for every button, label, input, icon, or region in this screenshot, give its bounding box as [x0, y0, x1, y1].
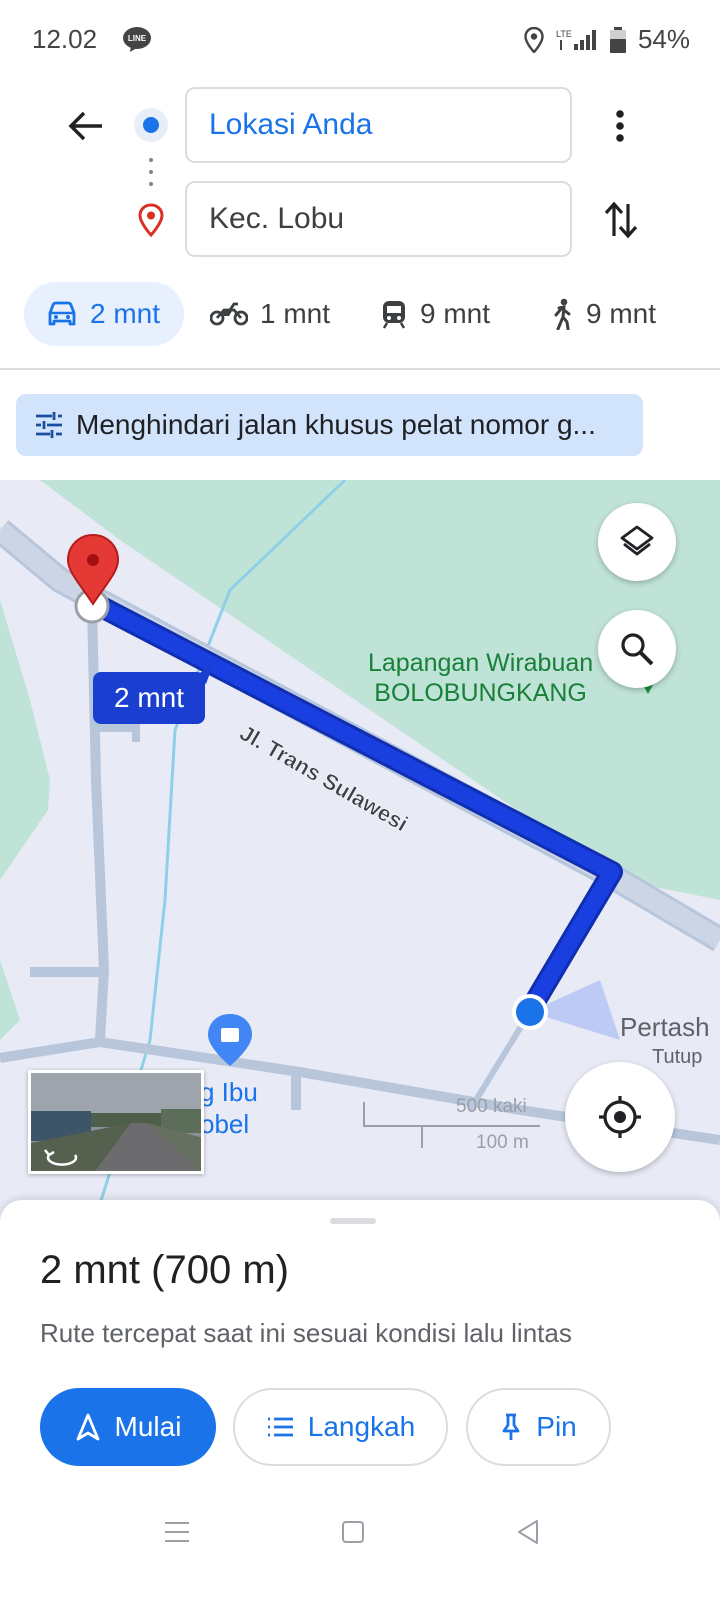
mode-tab-transit[interactable]: 9 mnt	[380, 282, 490, 346]
route-subtitle: Rute tercepat saat ini sesuai kondisi la…	[40, 1318, 572, 1348]
navigation-arrow-icon	[76, 1413, 99, 1441]
list-icon	[267, 1417, 293, 1437]
scale-meters: 100 m	[476, 1132, 529, 1153]
battery-icon	[609, 26, 626, 53]
origin-dot-icon	[134, 108, 168, 142]
swap-button[interactable]	[598, 195, 644, 245]
route-dots	[149, 158, 153, 186]
walk-icon	[554, 298, 571, 330]
mode-tab-motorcycle[interactable]: 1 mnt	[210, 282, 330, 346]
start-button[interactable]: Mulai	[40, 1388, 216, 1466]
train-icon	[382, 301, 406, 329]
shop-name-line2: obel	[200, 1109, 250, 1139]
sheet-drag-handle[interactable]	[330, 1218, 376, 1224]
place-right-label[interactable]: Pertash	[620, 1012, 710, 1043]
mode-time: 1 mnt	[260, 298, 331, 329]
steps-label: Langkah	[307, 1411, 416, 1442]
pin-label: Pin	[536, 1411, 577, 1442]
shop-name-line1: g Ibu	[200, 1077, 258, 1107]
search-icon	[621, 633, 654, 666]
origin-field[interactable]: Lokasi Anda	[185, 87, 572, 163]
system-nav-bar	[0, 1490, 720, 1600]
status-bar: 12.02 LINE LTE 54%	[0, 0, 720, 80]
motorcycle-icon	[210, 302, 248, 326]
map[interactable]: Lapangan Wirabuan BOLOBUNGKANG Jl. Trans…	[0, 480, 720, 1220]
status-time: 12.02	[32, 24, 98, 54]
status-icons: LTE 54%	[524, 24, 690, 55]
divider	[0, 368, 720, 370]
mode-time: 2 mnt	[90, 298, 161, 329]
shop-label[interactable]: g Ibu obel	[200, 1076, 258, 1140]
pin-button[interactable]: Pin	[466, 1388, 611, 1466]
mode-tab-car[interactable]: 2 mnt	[24, 282, 184, 346]
svg-text:LTE: LTE	[556, 29, 572, 39]
more-vert-icon	[616, 110, 624, 142]
map-place-label[interactable]: Lapangan Wirabuan BOLOBUNGKANG	[368, 648, 593, 708]
scale-feet: 500 kaki	[456, 1096, 527, 1117]
back-arrow-icon	[68, 111, 102, 141]
car-icon	[48, 301, 76, 326]
back-nav-button[interactable]	[508, 1512, 548, 1552]
route-options-chip[interactable]: Menghindari jalan khusus pelat nomor g..…	[16, 394, 643, 456]
mode-tab-walk[interactable]: 9 mnt	[550, 282, 656, 346]
mode-time: 9 mnt	[586, 298, 657, 329]
place-name-line2: BOLOBUNGKANG	[374, 679, 587, 707]
steps-button[interactable]: Langkah	[233, 1388, 448, 1466]
place-name-line1: Lapangan Wirabuan	[368, 649, 594, 677]
route-summary: 2 mnt (700 m)	[40, 1248, 289, 1292]
street-view-image	[31, 1073, 201, 1171]
line-app-icon: LINE	[123, 27, 151, 52]
layers-button[interactable]	[598, 503, 676, 581]
more-options-button[interactable]	[600, 102, 640, 150]
location-icon	[524, 26, 544, 53]
my-location-button[interactable]	[565, 1062, 675, 1172]
svg-text:LINE: LINE	[128, 34, 147, 43]
menu-icon	[165, 1522, 189, 1542]
my-location-icon	[599, 1096, 641, 1138]
signal-icon: LTE	[556, 29, 596, 50]
destination-pin-icon	[138, 203, 164, 237]
menu-nav-button[interactable]	[157, 1512, 197, 1552]
start-label: Mulai	[114, 1411, 182, 1442]
swap-vert-icon	[604, 201, 638, 239]
route-options-label: Menghindari jalan khusus pelat nomor g..…	[76, 409, 596, 440]
layers-icon	[620, 525, 654, 556]
mode-time: 9 mnt	[420, 298, 491, 329]
street-view-thumbnail[interactable]	[28, 1070, 204, 1174]
pin-icon	[502, 1413, 520, 1440]
tune-icon	[36, 412, 62, 438]
home-nav-button[interactable]	[333, 1512, 373, 1552]
route-eta-bubble[interactable]: 2 mnt	[93, 672, 205, 724]
search-along-route-button[interactable]	[598, 610, 676, 688]
back-button[interactable]	[62, 102, 110, 150]
back-triangle-icon	[518, 1520, 538, 1544]
battery-percent: 54%	[637, 24, 690, 54]
home-square-icon	[342, 1521, 364, 1543]
destination-field[interactable]: Kec. Lobu	[185, 181, 572, 257]
place-right-status: Tutup	[652, 1046, 703, 1068]
